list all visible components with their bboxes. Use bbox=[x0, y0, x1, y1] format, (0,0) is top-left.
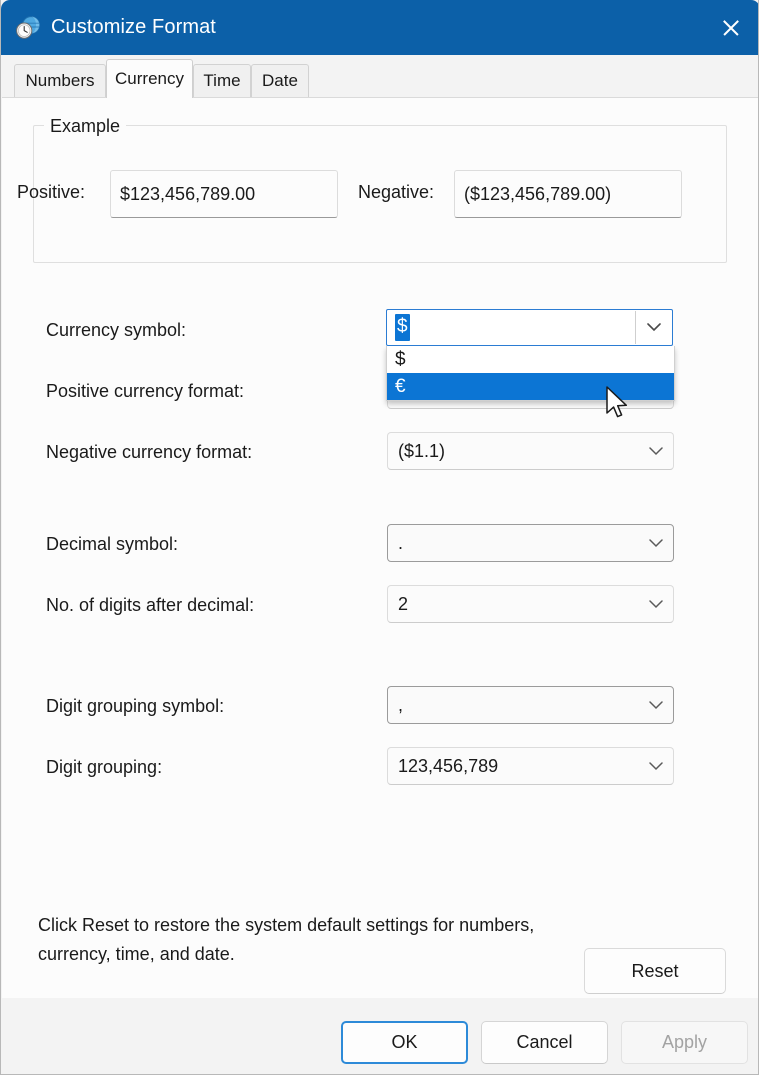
currency-symbol-value: $ bbox=[395, 314, 410, 341]
currency-tab-panel: Example Positive: $123,456,789.00 Negati… bbox=[2, 97, 758, 999]
decimal-symbol-value: . bbox=[398, 532, 404, 553]
dropdown-option-label: $ bbox=[395, 348, 406, 370]
currency-symbol-dropdown-list[interactable]: $ € bbox=[386, 346, 675, 401]
apply-button-label: Apply bbox=[661, 1032, 708, 1052]
digit-grouping-symbol-value: , bbox=[398, 694, 404, 715]
chevron-down-icon[interactable] bbox=[636, 310, 672, 345]
decimal-symbol-combobox[interactable]: . bbox=[387, 524, 674, 562]
tab-currency[interactable]: Currency bbox=[106, 59, 193, 98]
example-negative-value: ($123,456,789.00) bbox=[454, 170, 682, 218]
tab-date[interactable]: Date bbox=[251, 64, 309, 97]
tab-time[interactable]: Time bbox=[193, 64, 251, 97]
tab-currency-label: Currency bbox=[115, 69, 184, 88]
example-legend: Example bbox=[44, 116, 127, 137]
reset-button[interactable]: Reset bbox=[584, 948, 726, 994]
dropdown-option-dollar[interactable]: $ bbox=[387, 346, 674, 373]
chevron-down-icon bbox=[639, 687, 673, 723]
tab-numbers[interactable]: Numbers bbox=[14, 64, 106, 97]
digit-grouping-value: 123,456,789 bbox=[398, 755, 499, 776]
negative-currency-format-combobox[interactable]: ($1.1) bbox=[387, 432, 674, 470]
currency-symbol-label: Currency symbol: bbox=[46, 320, 187, 340]
example-negative-label: Negative: bbox=[358, 182, 435, 202]
digit-grouping-symbol-combobox[interactable]: , bbox=[387, 686, 674, 724]
tab-numbers-label: Numbers bbox=[25, 71, 95, 90]
digits-after-decimal-combobox[interactable]: 2 bbox=[387, 585, 674, 623]
tab-strip: Numbers Currency Time Date bbox=[1, 55, 758, 98]
digit-grouping-label: Digit grouping: bbox=[46, 757, 163, 777]
ok-button-label: OK bbox=[391, 1032, 418, 1052]
digit-grouping-symbol-label: Digit grouping symbol: bbox=[46, 696, 225, 716]
cancel-button[interactable]: Cancel bbox=[481, 1021, 608, 1064]
example-positive-label: Positive: bbox=[17, 182, 86, 202]
digit-grouping-combobox[interactable]: 123,456,789 bbox=[387, 747, 674, 785]
chevron-down-icon bbox=[639, 433, 673, 469]
chevron-down-icon bbox=[639, 586, 673, 622]
dropdown-option-label: € bbox=[395, 375, 406, 397]
reset-button-label: Reset bbox=[631, 960, 679, 981]
tab-time-label: Time bbox=[203, 71, 241, 90]
digits-after-decimal-label: No. of digits after decimal: bbox=[46, 595, 255, 615]
customize-format-window: Customize Format Numbers Currency Time D… bbox=[0, 0, 759, 1075]
decimal-symbol-label: Decimal symbol: bbox=[46, 534, 179, 554]
region-clock-globe-icon bbox=[15, 15, 41, 41]
close-icon[interactable] bbox=[701, 0, 758, 55]
negative-currency-format-value: ($1.1) bbox=[398, 440, 446, 461]
window-title: Customize Format bbox=[51, 16, 216, 38]
reset-description: Click Reset to restore the system defaul… bbox=[38, 915, 535, 964]
chevron-down-icon bbox=[639, 525, 673, 561]
positive-currency-format-label: Positive currency format: bbox=[46, 381, 245, 401]
negative-currency-format-label: Negative currency format: bbox=[46, 442, 253, 462]
example-positive-value: $123,456,789.00 bbox=[110, 170, 338, 218]
cancel-button-label: Cancel bbox=[516, 1032, 573, 1052]
digits-after-decimal-value: 2 bbox=[398, 593, 409, 614]
tab-date-label: Date bbox=[262, 71, 298, 90]
currency-symbol-combobox[interactable]: $ bbox=[386, 309, 673, 346]
dialog-footer: OK Cancel Apply bbox=[2, 998, 758, 1073]
dropdown-option-euro[interactable]: € bbox=[387, 373, 674, 400]
ok-button[interactable]: OK bbox=[341, 1021, 468, 1064]
apply-button: Apply bbox=[621, 1021, 748, 1064]
chevron-down-icon bbox=[639, 748, 673, 784]
title-bar: Customize Format bbox=[1, 0, 758, 55]
